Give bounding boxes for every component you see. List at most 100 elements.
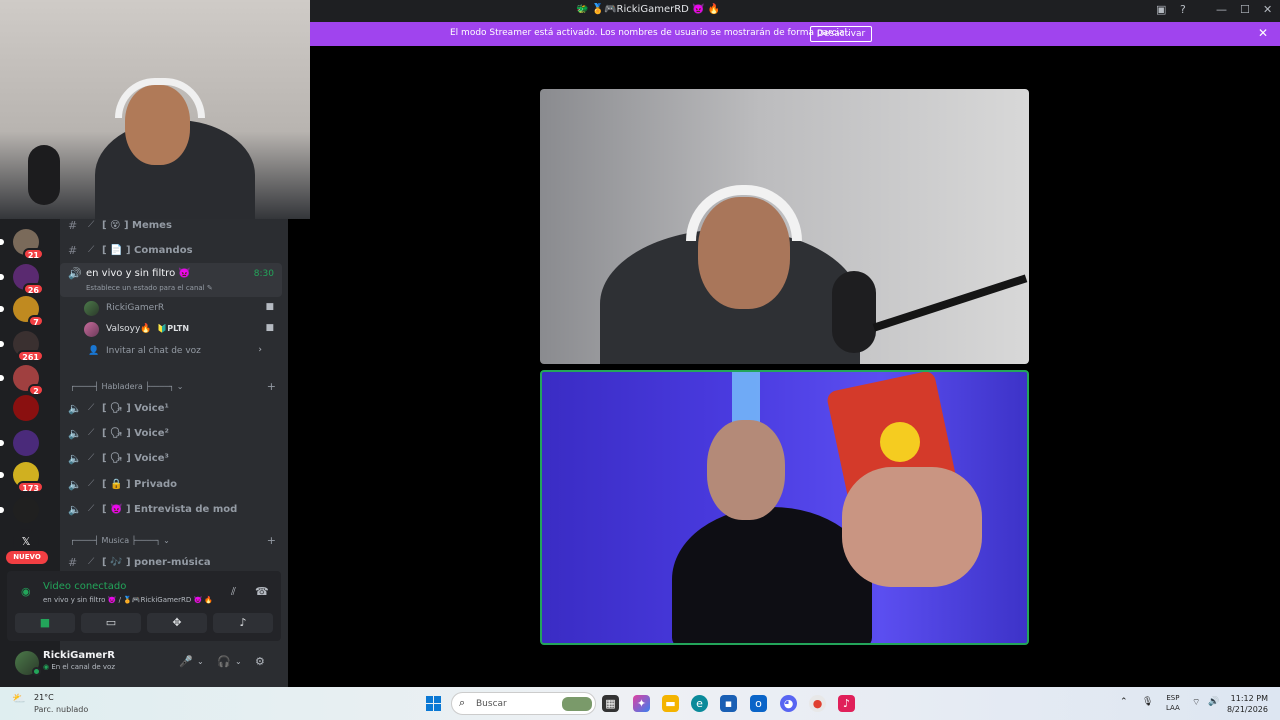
server-icon[interactable]: 7 [0, 296, 44, 327]
weather-description[interactable]: Parc. nublado [34, 705, 88, 714]
channel-memes[interactable]: # ⟋ [ 😵 ] Memes [60, 217, 288, 237]
voice-user[interactable]: RickiGamerR ■ [84, 300, 274, 318]
category-habladera[interactable]: ┌────┤ Habladera ├────┐ ⌄ + [68, 380, 282, 396]
outlook-icon[interactable]: o [750, 695, 767, 712]
voice-user[interactable]: Valsoyy🔥 🔰PLTN ■ [84, 321, 274, 339]
start-button[interactable] [426, 696, 441, 711]
mention-badge: 21 [22, 248, 44, 260]
user-tag: 🔰PLTN [157, 324, 190, 333]
task-view-icon[interactable]: ▦ [602, 695, 619, 712]
microphone-icon [832, 271, 876, 353]
add-channel-icon[interactable]: + [267, 380, 276, 393]
mention-badge: 7 [28, 315, 44, 327]
channel-label: Entrevista de mod [134, 504, 238, 515]
invite-to-voice[interactable]: 👤 Invitar al chat de voz › [84, 343, 274, 361]
discord-icon[interactable]: ◕ [780, 695, 797, 712]
link-icon: ⟋ [88, 453, 95, 463]
activities-button[interactable]: ✥ [147, 613, 207, 633]
voice-channel[interactable]: 🔈 ⟋ [ 🗣 ] Voice² [60, 425, 288, 445]
search-placeholder: Buscar [476, 699, 507, 709]
voice-channel[interactable]: 🔈 ⟋ [ 🗣 ] Voice³ [60, 450, 288, 470]
server-icon[interactable]: 173 [0, 462, 44, 493]
server-icon[interactable]: 261 [0, 331, 44, 362]
camera-icon: ■ [265, 302, 274, 312]
avatar [84, 322, 99, 337]
copilot-icon[interactable]: ✦ [633, 695, 650, 712]
store-icon[interactable]: ▪ [720, 695, 737, 712]
snack-logo [880, 422, 920, 462]
chrome-icon[interactable]: ● [809, 695, 826, 712]
speaker-icon: 🔈 [68, 478, 82, 491]
server-icon[interactable]: 21 [0, 229, 44, 260]
screen-share-button[interactable]: ▭ [81, 613, 141, 633]
camera-icon: ■ [265, 323, 274, 333]
text-channel-icon: # [68, 556, 78, 569]
noise-suppression-icon[interactable]: ⫽ [231, 585, 236, 599]
system-clock[interactable]: 11:12 PM 8/21/2026 [1222, 693, 1268, 715]
clock-time: 11:12 PM [1230, 694, 1268, 703]
video-tile-rickigamerr[interactable] [540, 89, 1029, 364]
camera-button[interactable]: ■ [15, 613, 75, 633]
chevron-down-icon[interactable]: ⌄ [197, 657, 204, 666]
connection-location[interactable]: en vivo y sin filtro 👿 / 🏅🎮RickiGamerRD … [43, 596, 213, 604]
settings-gear-icon[interactable]: ⚙ [255, 655, 265, 668]
category-musica[interactable]: ┌────┤ Musica ├────┐ ⌄ + [68, 534, 282, 550]
headphones-icon[interactable]: 🎧 [217, 655, 231, 668]
file-explorer-icon[interactable]: ▬ [662, 695, 679, 712]
edge-icon[interactable]: e [691, 695, 708, 712]
chevron-down-icon[interactable]: ⌄ [235, 657, 242, 666]
language-code: ESP [1166, 694, 1180, 702]
close-banner-icon[interactable]: ✕ [1258, 26, 1268, 40]
link-icon: ⟋ [88, 479, 95, 489]
voice-channel[interactable]: 🔈 ⟋ [ 👿 ] Entrevista de mod [60, 501, 288, 521]
new-badge: NUEVO [6, 551, 48, 564]
soundboard-button[interactable]: ♪ [213, 613, 273, 633]
channel-label: Privado [134, 479, 178, 490]
server-icon[interactable] [13, 395, 39, 421]
maximize-button[interactable]: ☐ [1240, 3, 1250, 16]
streamer-webcam-overlay [0, 0, 310, 219]
username[interactable]: RickiGamerR [43, 650, 115, 661]
speaker-icon: 🔊 [68, 267, 82, 280]
add-channel-icon[interactable]: + [267, 534, 276, 547]
close-window-button[interactable]: ✕ [1263, 3, 1272, 16]
streamer-mode-banner: El modo Streamer está activado. Los nomb… [310, 22, 1280, 46]
tiktok-icon[interactable]: ♪ [838, 695, 855, 712]
help-icon[interactable]: ? [1180, 3, 1186, 16]
invite-label: Invitar al chat de voz [106, 346, 201, 356]
channel-label: Memes [132, 220, 172, 231]
link-icon: ⟋ [88, 557, 95, 567]
channel-comandos[interactable]: # ⟋ [ 📄 ] Comandos [60, 242, 288, 262]
server-icon[interactable]: 26 [0, 264, 44, 295]
video-tile-valsoyy[interactable] [540, 370, 1029, 645]
link-icon: ⟋ [88, 245, 95, 255]
voice-channel[interactable]: 🔈 ⟋ [ 🗣 ] Voice¹ [60, 400, 288, 420]
channel-label: poner-música [134, 557, 211, 568]
deactivate-button[interactable]: Desactivar [810, 26, 873, 42]
mention-badge: 26 [22, 283, 44, 295]
set-status-link[interactable]: Establece un estado para el canal [86, 284, 205, 292]
inbox-icon[interactable]: ▣ [1156, 3, 1166, 16]
server-icon[interactable]: 2 [0, 365, 44, 396]
microphone-icon[interactable]: 🎙 [1142, 697, 1153, 707]
microphone-icon[interactable]: 🎤 [179, 655, 193, 668]
clock-date: 8/21/2026 [1226, 705, 1268, 714]
voice-channel[interactable]: 🔈 ⟋ [ 🔒 ] Privado [60, 476, 288, 496]
volume-icon[interactable]: 🔊 [1208, 697, 1219, 707]
server-icon[interactable] [0, 430, 39, 456]
language-indicator[interactable]: ESP LAA [1166, 693, 1180, 713]
speaker-icon: 🔈 [68, 503, 82, 516]
connection-status[interactable]: Video conectado [43, 581, 126, 592]
voice-user-name: RickiGamerR [106, 303, 165, 313]
disconnect-icon[interactable]: ☎ [255, 585, 269, 598]
temperature[interactable]: 21°C [34, 693, 54, 702]
search-box[interactable]: ⌕ Buscar [451, 692, 596, 715]
server-icon[interactable] [0, 497, 39, 523]
weather-icon[interactable]: ⛅ [12, 692, 26, 705]
minimize-button[interactable]: — [1216, 3, 1227, 16]
banner-message: El modo Streamer está activado. Los nomb… [450, 28, 850, 38]
wifi-icon[interactable]: ⌔ [1192, 697, 1200, 708]
search-highlight-icon [562, 697, 592, 711]
chevron-up-icon[interactable]: ⌃ [1120, 697, 1128, 707]
active-voice-channel[interactable]: 🔊 en vivo y sin filtro 👿 8:30 Establece … [60, 263, 282, 297]
